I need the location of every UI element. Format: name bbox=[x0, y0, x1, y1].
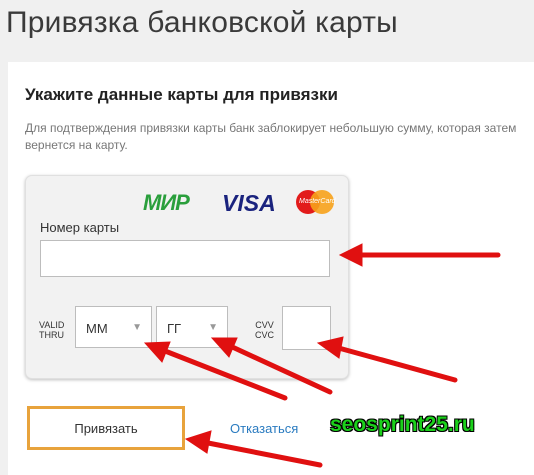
red-arrow-icon-head bbox=[210, 337, 238, 358]
red-arrow-icon bbox=[225, 342, 333, 395]
red-arrow-icon-head bbox=[184, 430, 212, 454]
red-arrow-icon bbox=[157, 346, 288, 401]
red-arrow-icon bbox=[200, 439, 323, 468]
red-arrow-icon bbox=[332, 344, 458, 383]
annotation-arrows bbox=[143, 243, 501, 468]
red-arrow-icon-head bbox=[338, 243, 363, 267]
red-arrow-icon-head bbox=[316, 336, 344, 359]
red-arrow-icon-head bbox=[143, 341, 171, 363]
